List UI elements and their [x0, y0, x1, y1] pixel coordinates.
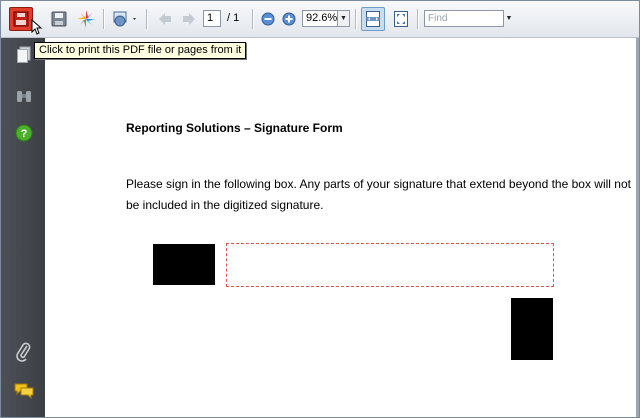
- zoom-in-icon: [282, 12, 296, 26]
- toolbar-separator: [417, 9, 419, 29]
- attachments-icon: [16, 342, 31, 362]
- next-page-icon: [183, 13, 195, 25]
- comments-icon: [14, 383, 34, 400]
- signature-box[interactable]: [226, 243, 554, 287]
- toolbar-separator: [146, 9, 148, 29]
- collaborate-button[interactable]: [74, 7, 98, 31]
- binoculars-icon: [17, 91, 31, 102]
- fit-window-icon: [394, 11, 408, 27]
- zoom-out-button[interactable]: [258, 7, 278, 31]
- previous-page-button[interactable]: [153, 7, 177, 31]
- comments-button[interactable]: [13, 380, 35, 402]
- redaction-block: [511, 298, 553, 360]
- page-number-input[interactable]: 1: [203, 10, 221, 27]
- toolbar: 1 / 1 92.6% ▼ Find ▼: [1, 1, 639, 38]
- collaborate-icon: [77, 10, 95, 28]
- print-button[interactable]: [9, 7, 33, 31]
- redaction-block: [153, 244, 215, 285]
- zoom-out-icon: [261, 12, 275, 26]
- send-button[interactable]: [109, 7, 141, 31]
- svg-text:?: ?: [21, 128, 28, 140]
- scrollbar-edge: [636, 38, 639, 417]
- print-tooltip: Click to print this PDF file or pages fr…: [34, 42, 247, 59]
- document-page: Reporting Solutions – Signature Form Ple…: [45, 38, 639, 417]
- fit-width-button[interactable]: [361, 7, 385, 31]
- zoom-dropdown-arrow[interactable]: ▼: [338, 10, 350, 27]
- pages-button[interactable]: [13, 44, 35, 66]
- send-icon: [113, 11, 136, 27]
- print-icon: [13, 11, 29, 27]
- mouse-cursor-icon: [31, 19, 43, 35]
- document-instructions: Please sign in the following box. Any pa…: [126, 177, 631, 212]
- attachments-button[interactable]: [13, 341, 35, 363]
- toolbar-separator: [103, 9, 105, 29]
- previous-page-icon: [159, 13, 171, 25]
- fit-width-icon: [366, 11, 380, 27]
- page-total-label: / 1: [227, 12, 240, 24]
- help-button[interactable]: ?: [13, 122, 35, 144]
- binoculars-button[interactable]: [13, 85, 35, 107]
- navigation-sidebar: ?: [1, 38, 45, 417]
- save-icon: [51, 11, 67, 27]
- find-dropdown-arrow[interactable]: ▼: [504, 10, 514, 27]
- zoom-level-input[interactable]: 92.6%: [302, 10, 338, 27]
- pdf-viewer-window: 1 / 1 92.6% ▼ Find ▼ ? Reporting Solutio…: [0, 0, 640, 418]
- document-title: Reporting Solutions – Signature Form: [126, 121, 343, 135]
- toolbar-separator: [252, 9, 254, 29]
- zoom-in-button[interactable]: [279, 7, 299, 31]
- fit-window-button[interactable]: [389, 7, 413, 31]
- help-icon: ?: [15, 124, 33, 142]
- find-input[interactable]: Find: [424, 10, 504, 27]
- toolbar-separator: [355, 9, 357, 29]
- next-page-button[interactable]: [177, 7, 201, 31]
- pages-icon: [17, 46, 31, 63]
- save-button[interactable]: [47, 7, 71, 31]
